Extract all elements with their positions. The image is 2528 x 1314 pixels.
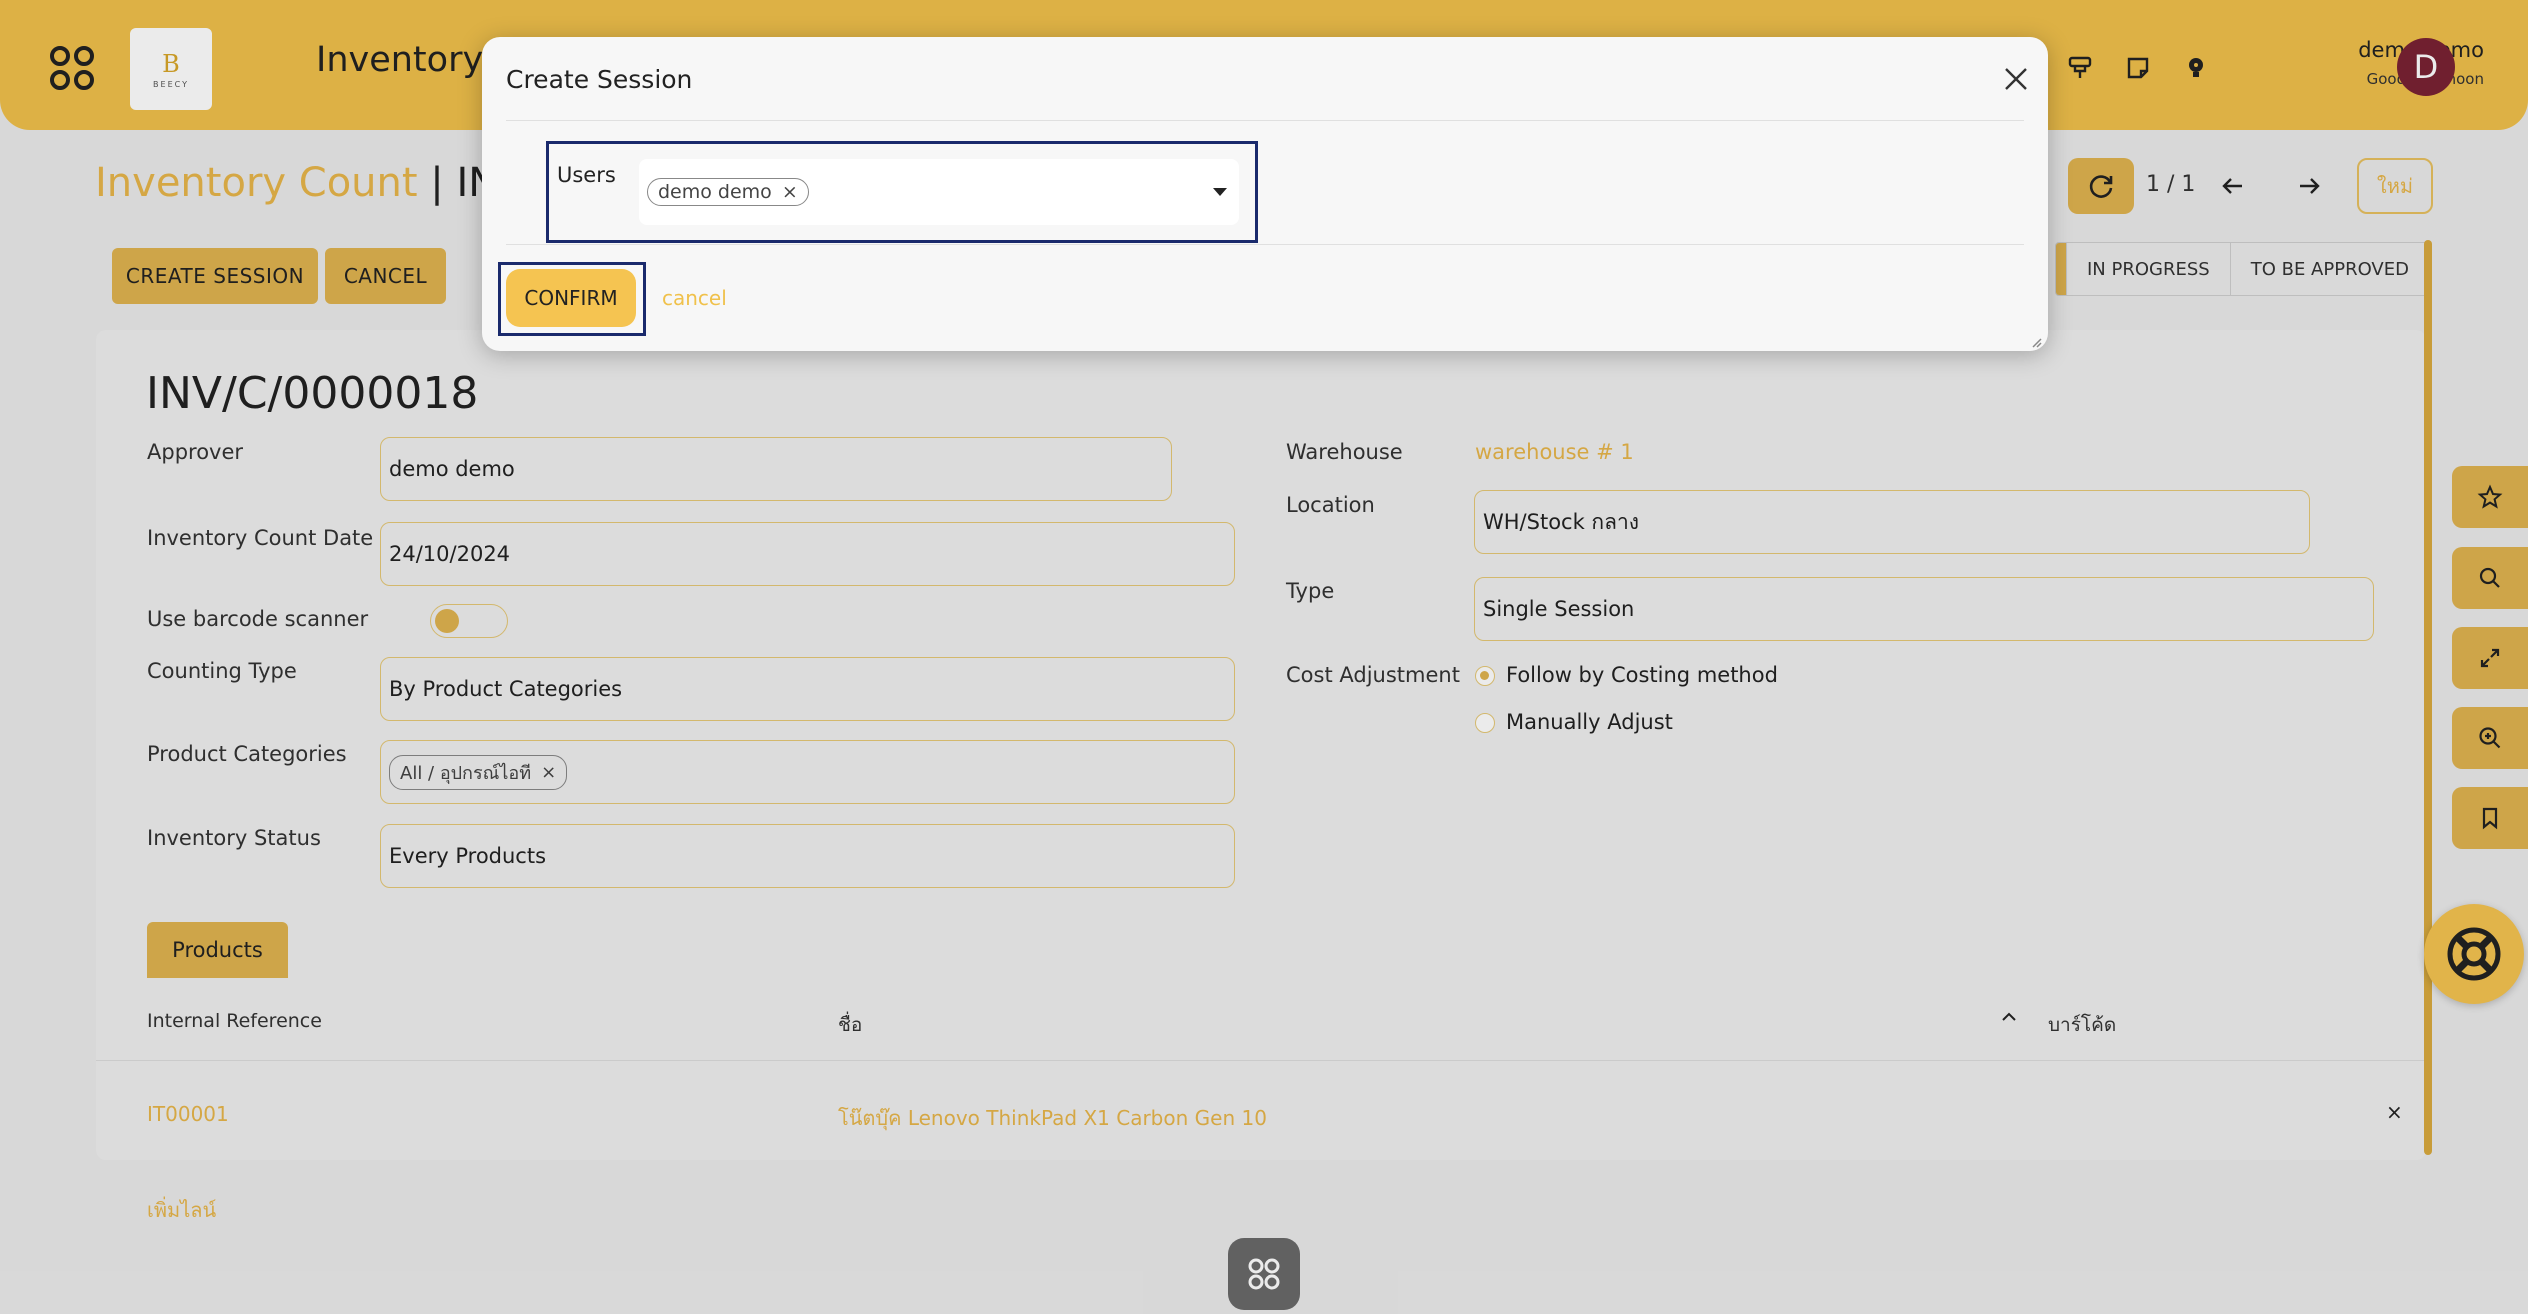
remove-user-icon[interactable]: ×	[782, 181, 798, 203]
user-tag-label: demo demo	[658, 181, 772, 203]
resize-handle-icon[interactable]	[2030, 333, 2042, 348]
dialog-cancel-link[interactable]: cancel	[662, 286, 727, 310]
dialog-footer-divider	[506, 244, 2024, 245]
users-select[interactable]: demo demo ×	[639, 159, 1239, 225]
confirm-button[interactable]: CONFIRM	[506, 269, 636, 327]
create-session-dialog: Create Session Users demo demo × CONFIRM…	[482, 37, 2048, 351]
users-label: Users	[557, 163, 616, 187]
close-icon[interactable]	[2000, 63, 2032, 95]
dialog-divider	[506, 120, 2024, 121]
dialog-title: Create Session	[506, 65, 693, 94]
chevron-down-icon[interactable]	[1213, 188, 1227, 196]
user-tag: demo demo ×	[647, 178, 809, 206]
